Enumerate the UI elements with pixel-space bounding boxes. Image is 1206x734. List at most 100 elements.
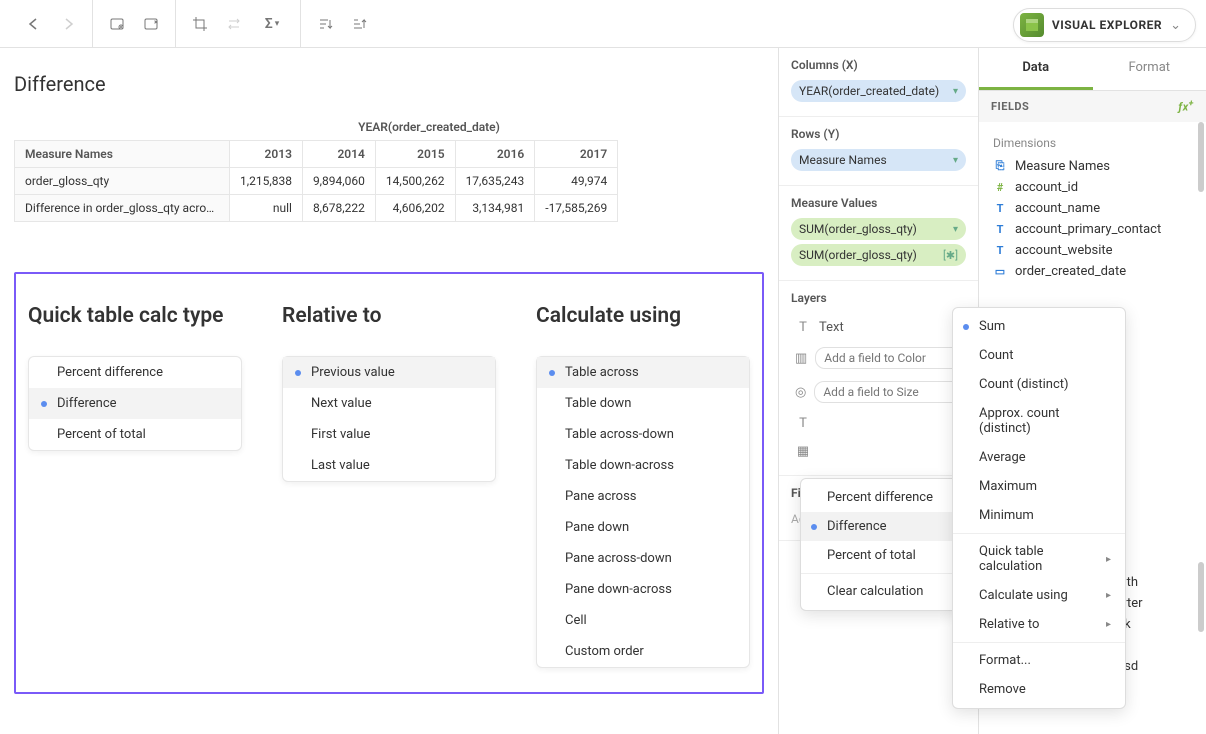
abc-icon: ⎘ xyxy=(993,160,1007,173)
menu-item[interactable]: Cell xyxy=(537,605,749,636)
chevron-down-icon: ▾ xyxy=(953,224,958,235)
menu-item[interactable]: Percent of total xyxy=(801,541,959,570)
sort-asc-button[interactable] xyxy=(311,10,339,38)
layout2-button[interactable] xyxy=(137,10,165,38)
app-switcher[interactable]: VISUAL EXPLORER ⌄ xyxy=(1013,8,1196,42)
cell: 9,894,060 xyxy=(302,168,375,195)
cell: 4,606,202 xyxy=(375,195,455,222)
menu-item[interactable]: Quick table calculation▸ xyxy=(953,537,1125,581)
grid-icon: ▦ xyxy=(795,443,811,459)
cell: 3,134,981 xyxy=(455,195,535,222)
menu-item[interactable]: Maximum xyxy=(953,472,1125,501)
cell: 17,635,243 xyxy=(455,168,535,195)
field-name: account_id xyxy=(1015,180,1078,195)
layout1-button[interactable] xyxy=(103,10,131,38)
back-button[interactable] xyxy=(20,10,48,38)
year-header[interactable]: 2016 xyxy=(455,141,535,168)
row-label[interactable]: Difference in order_gloss_qty across ta.… xyxy=(15,195,230,222)
text-icon: T xyxy=(795,319,811,335)
menu-item[interactable]: Average xyxy=(953,443,1125,472)
menu-separator xyxy=(953,533,1125,534)
pill-label: SUM(order_gloss_qty) xyxy=(799,222,917,236)
year-header[interactable]: 2017 xyxy=(535,141,618,168)
rows-pill[interactable]: Measure Names▾ xyxy=(791,149,966,171)
columns-pill[interactable]: YEAR(order_created_date)▾ xyxy=(791,80,966,102)
menu-item[interactable]: Approx. count (distinct) xyxy=(953,399,1125,443)
cell: 49,974 xyxy=(535,168,618,195)
menu-item[interactable]: Table down-across xyxy=(537,450,749,481)
field-item[interactable]: ⎘Measure Names xyxy=(985,156,1200,177)
menu-item[interactable]: Last value xyxy=(283,450,495,481)
tab-data[interactable]: Data xyxy=(979,48,1093,90)
date-icon: ▭ xyxy=(993,265,1007,278)
cell: 8,678,222 xyxy=(302,195,375,222)
scrollbar-thumb[interactable] xyxy=(1198,122,1204,192)
crop-button[interactable] xyxy=(186,10,214,38)
menu-item[interactable]: Pane across xyxy=(537,481,749,512)
field-item[interactable]: ▭ order_created_date xyxy=(985,261,1200,282)
measure-pill[interactable]: SUM(order_gloss_qty) ▾ xyxy=(791,218,966,240)
menu-separator xyxy=(801,573,959,574)
sort-desc-button[interactable] xyxy=(345,10,373,38)
field-item[interactable]: Taccount_name xyxy=(985,198,1200,219)
menu-item[interactable]: Table across xyxy=(537,357,749,388)
chevron-down-icon: ▾ xyxy=(953,155,958,166)
menu-item[interactable]: Calculate using▸ xyxy=(953,581,1125,610)
menu-item[interactable]: Format... xyxy=(953,646,1125,675)
menu-item[interactable]: Difference xyxy=(29,388,241,419)
menu-item[interactable]: Count (distinct) xyxy=(953,370,1125,399)
layer-text-row2[interactable]: T xyxy=(791,409,966,437)
menu-item[interactable]: Sum xyxy=(953,312,1125,341)
menu-item[interactable]: Count xyxy=(953,341,1125,370)
field-name: order_created_date xyxy=(1015,264,1126,279)
rows-shelf-title: Rows (Y) xyxy=(791,127,966,141)
table-calc-badge: [✱] xyxy=(943,249,958,262)
menu-item[interactable]: Relative to▸ xyxy=(953,610,1125,639)
scrollbar-thumb[interactable] xyxy=(1198,562,1204,632)
table-row: order_gloss_qty 1,215,838 9,894,060 14,5… xyxy=(15,168,618,195)
menu-item[interactable]: Table down xyxy=(537,388,749,419)
chevron-right-icon: ▸ xyxy=(1106,590,1111,601)
menu-item[interactable]: First value xyxy=(283,419,495,450)
field-item[interactable]: #account_id xyxy=(985,177,1200,198)
menu-item[interactable]: Percent difference xyxy=(801,483,959,512)
menu-item[interactable]: Difference xyxy=(801,512,959,541)
menu-item[interactable]: Pane down xyxy=(537,512,749,543)
swap-button[interactable] xyxy=(220,10,248,38)
menu-item[interactable]: Minimum xyxy=(953,501,1125,530)
menu-item[interactable]: Clear calculation xyxy=(801,577,959,606)
year-header[interactable]: 2014 xyxy=(302,141,375,168)
menu-item[interactable]: Previous value xyxy=(283,357,495,388)
cell: -17,585,269 xyxy=(535,195,618,222)
measure-pill-active[interactable]: SUM(order_gloss_qty)[✱] xyxy=(791,244,966,266)
layer-text-row[interactable]: TText xyxy=(791,313,966,341)
field-item[interactable]: Taccount_primary_contact xyxy=(985,219,1200,240)
cell: 1,215,838 xyxy=(230,168,303,195)
columns-shelf-title: Columns (X) xyxy=(791,58,966,72)
app-name: VISUAL EXPLORER xyxy=(1052,18,1162,32)
measure-context-menu: Sum Count Count (distinct) Approx. count… xyxy=(952,307,1126,709)
field-name: account_website xyxy=(1015,243,1113,258)
fx-add-icon[interactable]: ƒx+ xyxy=(1178,99,1194,114)
row-label[interactable]: order_gloss_qty xyxy=(15,168,230,195)
layer-grid-row[interactable]: ▦ xyxy=(791,437,966,465)
year-header[interactable]: 2013 xyxy=(230,141,303,168)
menu-item[interactable]: Remove xyxy=(953,675,1125,704)
menu-item[interactable]: Custom order xyxy=(537,636,749,667)
menu-item[interactable]: Pane down-across xyxy=(537,574,749,605)
menu-item[interactable]: Table across-down xyxy=(537,419,749,450)
menu-item[interactable]: Percent of total xyxy=(29,419,241,450)
menu-item[interactable]: Next value xyxy=(283,388,495,419)
column-group-header: YEAR(order_created_date) xyxy=(244,114,614,140)
year-header[interactable]: 2015 xyxy=(375,141,455,168)
col1-title: Quick table calc type xyxy=(28,304,242,328)
field-item[interactable]: Taccount_website xyxy=(985,240,1200,261)
col3-title: Calculate using xyxy=(536,304,750,328)
tab-format[interactable]: Format xyxy=(1093,48,1206,90)
sigma-button[interactable]: Σ▾ xyxy=(254,10,290,38)
menu-item[interactable]: Pane across-down xyxy=(537,543,749,574)
forward-button[interactable] xyxy=(54,10,82,38)
field-name: account_name xyxy=(1015,201,1100,216)
menu-item[interactable]: Percent difference xyxy=(29,357,241,388)
chevron-right-icon: ▸ xyxy=(1106,554,1111,565)
